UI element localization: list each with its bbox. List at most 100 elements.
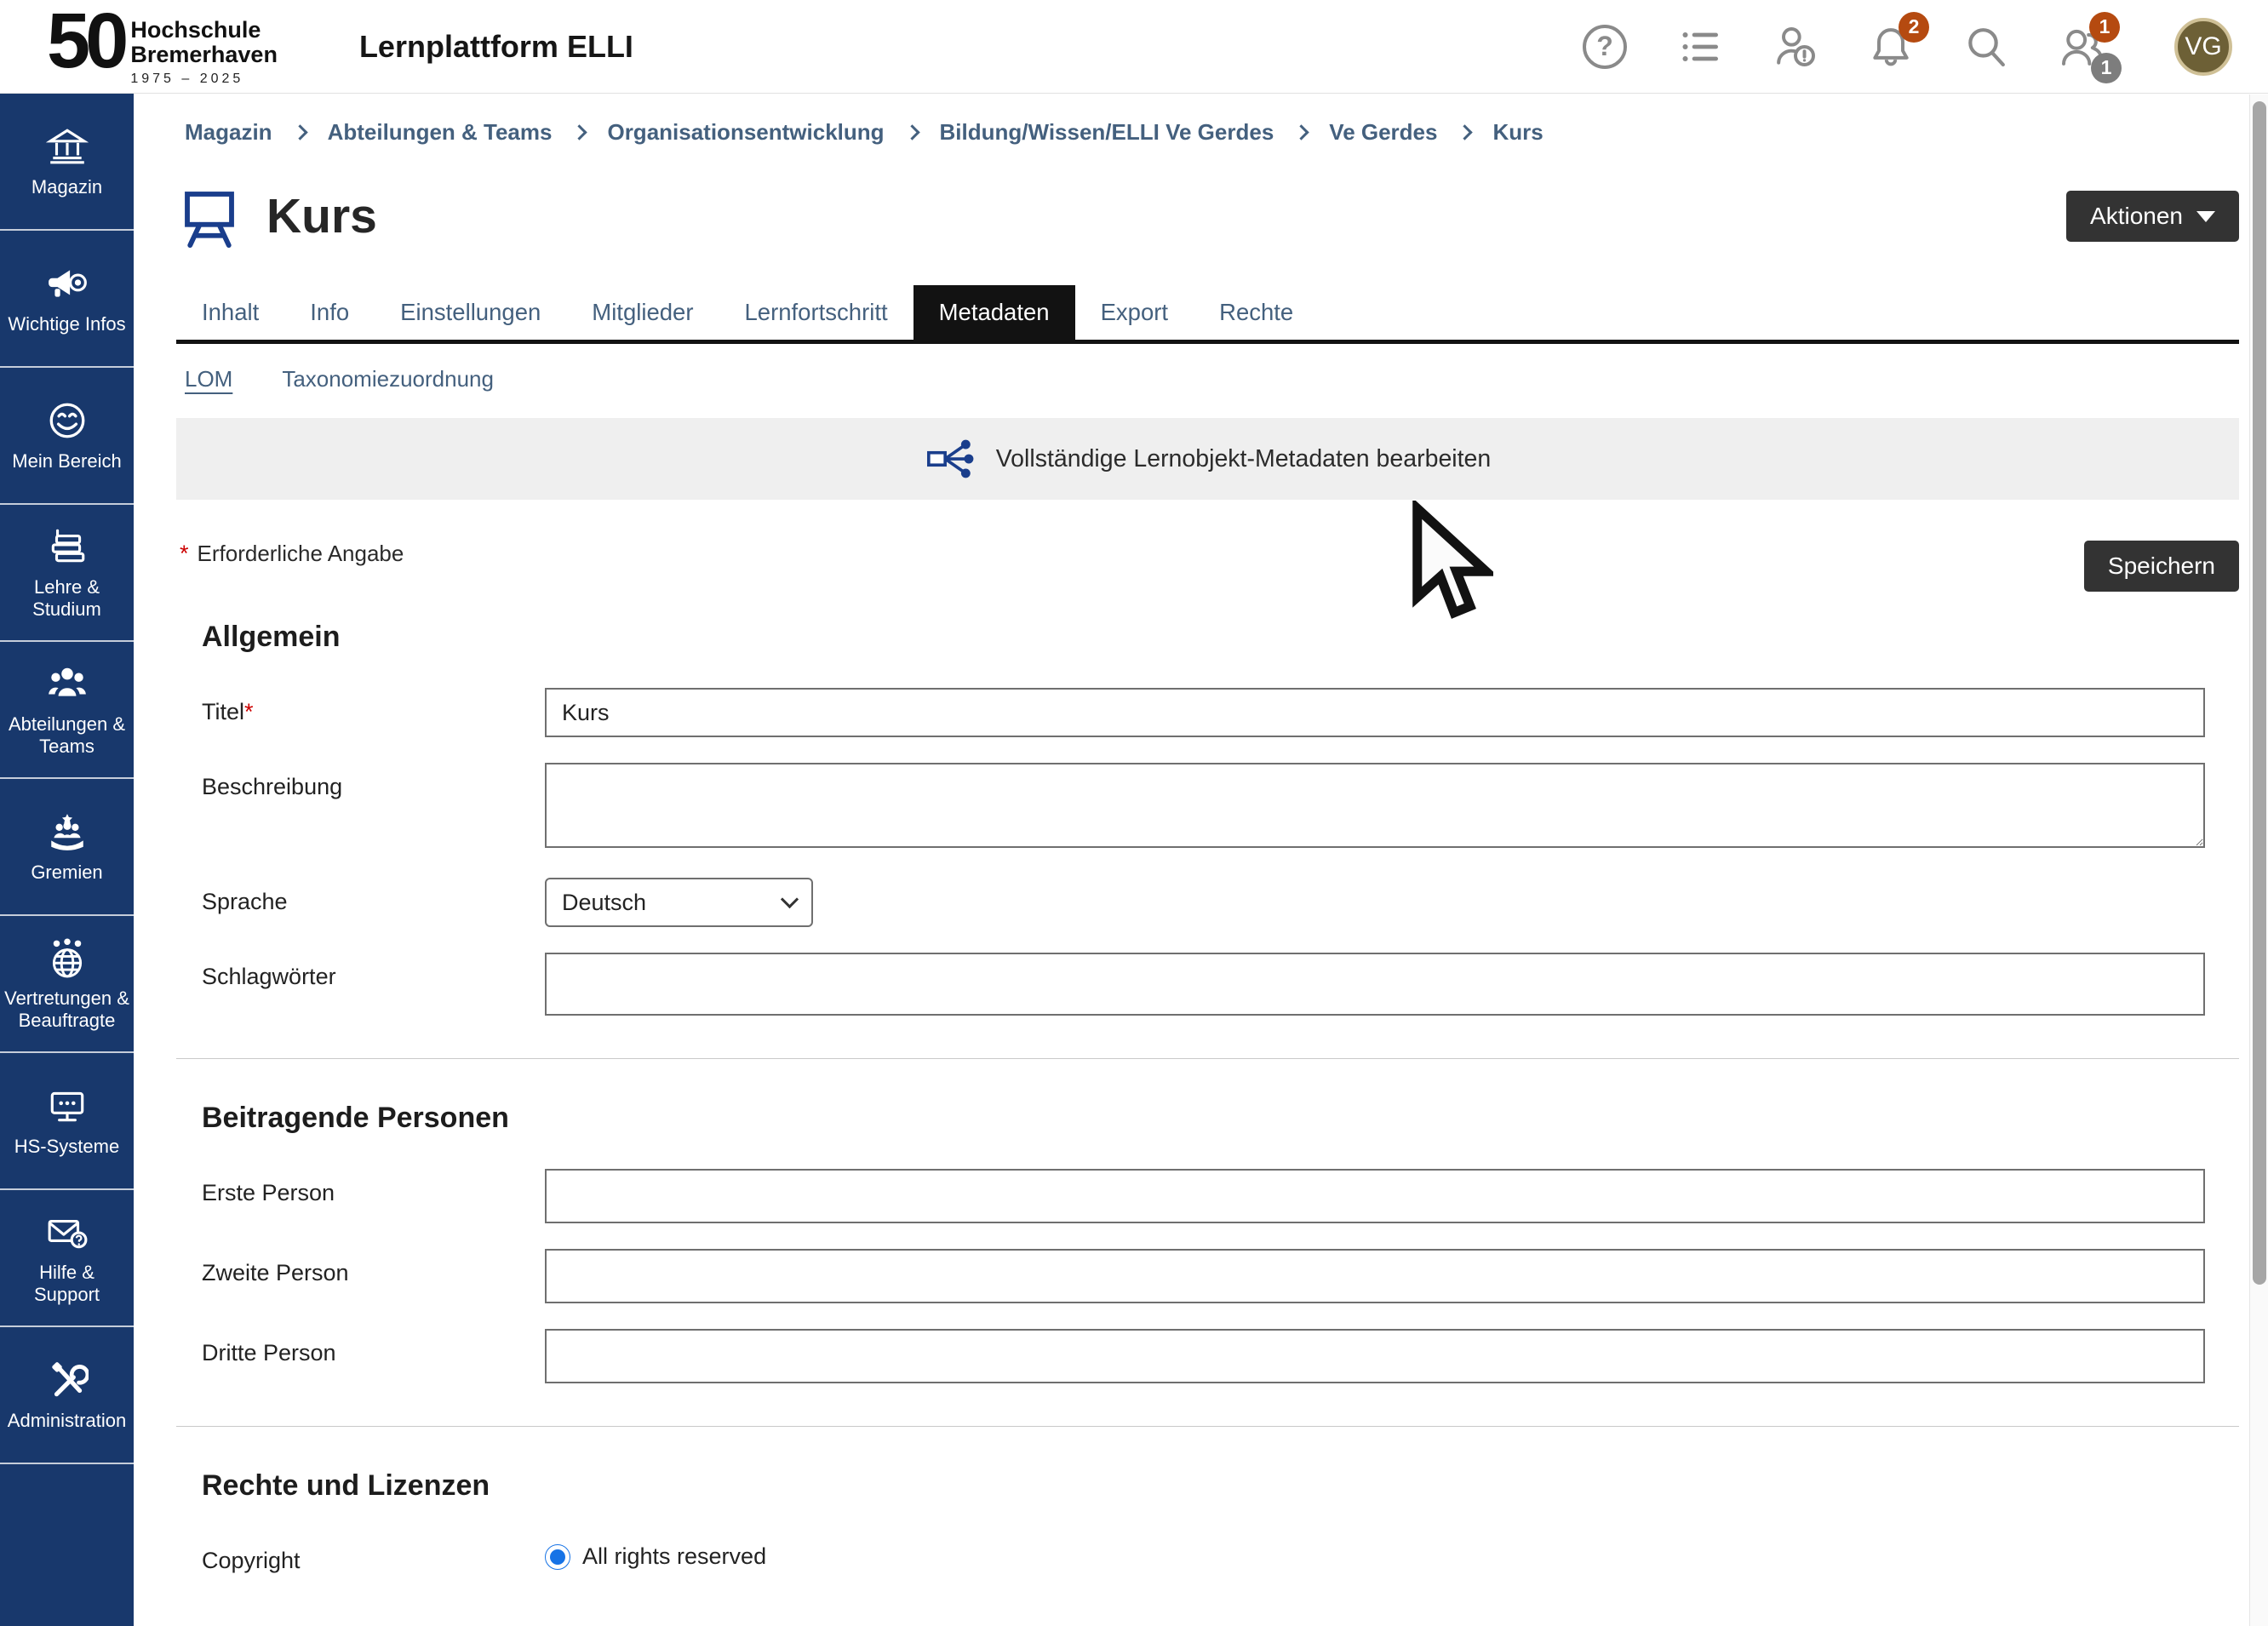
tab-mitglieder[interactable]: Mitglieder	[566, 285, 719, 340]
section-divider	[176, 1426, 2239, 1427]
beschreibung-label: Beschreibung	[202, 763, 545, 852]
sidebar-item-label: Mein Bereich	[12, 450, 121, 472]
tab-rechte[interactable]: Rechte	[1194, 285, 1319, 340]
form-row-dritte-person: Dritte Person	[202, 1329, 2239, 1383]
edit-full-metadata-banner[interactable]: Vollständige Lernobjekt-Metadaten bearbe…	[176, 418, 2239, 500]
help-glyph: ?	[1583, 25, 1627, 69]
subtab-taxonomiezuordnung[interactable]: Taxonomiezuordnung	[282, 366, 494, 392]
sidebar-item-magazin[interactable]: Magazin	[0, 94, 134, 231]
avatar[interactable]: VG	[2174, 18, 2232, 76]
sidebar-item-vertretungen-beauftragte[interactable]: Vertretungen & Beauftragte	[0, 916, 134, 1053]
breadcrumb-item[interactable]: Ve Gerdes	[1329, 119, 1437, 146]
chevron-right-icon	[1458, 124, 1473, 140]
metadata-nodes-icon	[925, 434, 974, 484]
caret-down-icon	[2196, 211, 2215, 222]
awareness-person-icon[interactable]	[1769, 20, 1822, 73]
monitor-icon	[46, 1085, 89, 1127]
sidebar-item-label: HS-Systeme	[14, 1136, 119, 1158]
erste-person-label: Erste Person	[202, 1169, 545, 1223]
books-icon	[46, 525, 89, 568]
notifications-bell-icon[interactable]: 2	[1864, 20, 1917, 73]
titel-input[interactable]	[545, 688, 2205, 737]
sidebar-item-administration[interactable]: Administration	[0, 1327, 134, 1464]
top-header: 50 Hochschule Bremerhaven 1975 – 2025 Le…	[0, 0, 2268, 94]
tab-lernfortschritt[interactable]: Lernfortschritt	[719, 285, 914, 340]
scrollbar-thumb[interactable]	[2253, 101, 2266, 1285]
dritte-person-input[interactable]	[545, 1329, 2205, 1383]
subtab-lom[interactable]: LOM	[185, 366, 232, 392]
sidebar-item-hilfe-support[interactable]: Hilfe & Support	[0, 1190, 134, 1327]
form-row-sprache: Sprache Deutsch	[202, 878, 2239, 927]
form-row-schlagwoerter: Schlagwörter	[202, 953, 2239, 1016]
sidebar-item-label: Magazin	[32, 176, 102, 198]
sprache-label: Sprache	[202, 878, 545, 927]
megaphone-icon	[46, 262, 89, 305]
aktionen-button[interactable]: Aktionen	[2066, 191, 2239, 242]
titel-label: Titel*	[202, 688, 545, 737]
sidebar-item-label: Administration	[8, 1410, 126, 1432]
form-row-copyright: Copyright All rights reserved	[202, 1537, 2239, 1574]
required-asterisk: *	[180, 541, 189, 566]
app-title: Lernplattform ELLI	[359, 29, 633, 65]
breadcrumb-item[interactable]: Organisationsentwicklung	[607, 119, 884, 146]
section-beitragende-personen: Beitragende Personen	[202, 1102, 2239, 1135]
speichern-button[interactable]: Speichern	[2084, 541, 2239, 592]
sprache-select[interactable]: Deutsch	[545, 878, 813, 927]
breadcrumb-item[interactable]: Bildung/Wissen/ELLI Ve Gerdes	[940, 119, 1274, 146]
logo-line1: Hochschule	[130, 18, 278, 42]
tab-info[interactable]: Info	[284, 285, 375, 340]
banner-label: Vollständige Lernobjekt-Metadaten bearbe…	[996, 445, 1492, 473]
mail-help-icon	[46, 1211, 89, 1253]
copyright-radio-label: All rights reserved	[582, 1543, 766, 1570]
sidebar-item-abteilungen-teams[interactable]: Abteilungen & Teams	[0, 642, 134, 779]
tab-inhalt[interactable]: Inhalt	[176, 285, 284, 340]
erste-person-input[interactable]	[545, 1169, 2205, 1223]
section-allgemein: Allgemein	[202, 621, 2239, 654]
sidebar-item-mein-bereich[interactable]: Mein Bereich	[0, 368, 134, 505]
breadcrumb-item[interactable]: Abteilungen & Teams	[328, 119, 553, 146]
breadcrumb-item[interactable]: Magazin	[185, 119, 272, 146]
tools-icon	[46, 1359, 89, 1401]
zweite-person-input[interactable]	[545, 1249, 2205, 1303]
tab-einstellungen[interactable]: Einstellungen	[375, 285, 566, 340]
chevron-right-icon	[1294, 124, 1309, 140]
dritte-person-label: Dritte Person	[202, 1329, 545, 1383]
help-icon[interactable]: ?	[1578, 20, 1631, 73]
todo-list-icon[interactable]	[1674, 20, 1727, 73]
main-sidebar: Magazin Wichtige Infos Mein Bereich Lehr…	[0, 94, 134, 1626]
chevron-right-icon	[572, 124, 587, 140]
sidebar-item-label: Hilfe & Support	[4, 1262, 129, 1306]
required-hint: *Erforderliche Angabe	[176, 541, 404, 567]
contacts-icon[interactable]: 1 1	[2055, 20, 2108, 73]
vertical-scrollbar[interactable]	[2249, 94, 2268, 1626]
schlagwoerter-label: Schlagwörter	[202, 953, 545, 1016]
sidebar-item-lehre-studium[interactable]: Lehre & Studium	[0, 505, 134, 642]
chevron-right-icon	[292, 124, 307, 140]
page-title: Kurs	[266, 188, 377, 244]
breadcrumb-item[interactable]: Kurs	[1492, 119, 1543, 146]
sidebar-item-gremien[interactable]: Gremien	[0, 779, 134, 916]
copyright-label: Copyright	[202, 1537, 545, 1574]
copyright-radio-all-rights-reserved[interactable]	[545, 1544, 570, 1570]
beschreibung-textarea[interactable]	[545, 763, 2205, 848]
aktionen-button-label: Aktionen	[2090, 203, 2183, 230]
people-icon	[46, 662, 89, 705]
form-row-erste-person: Erste Person	[202, 1169, 2239, 1223]
contacts-badge-total: 1	[2091, 53, 2122, 83]
tab-metadaten[interactable]: Metadaten	[914, 285, 1075, 340]
form-row-beschreibung: Beschreibung	[202, 763, 2239, 852]
tab-bar: Inhalt Info Einstellungen Mitglieder Ler…	[176, 285, 2239, 344]
tab-export[interactable]: Export	[1075, 285, 1194, 340]
chevron-right-icon	[904, 124, 919, 140]
university-logo[interactable]: 50 Hochschule Bremerhaven 1975 – 2025	[47, 6, 278, 86]
bank-icon	[46, 125, 89, 168]
smiley-icon	[46, 399, 89, 442]
search-icon[interactable]	[1960, 20, 2013, 73]
course-board-icon	[176, 183, 243, 249]
sidebar-item-hs-systeme[interactable]: HS-Systeme	[0, 1053, 134, 1190]
form-row-zweite-person: Zweite Person	[202, 1249, 2239, 1303]
zweite-person-label: Zweite Person	[202, 1249, 545, 1303]
sidebar-item-wichtige-infos[interactable]: Wichtige Infos	[0, 231, 134, 368]
schlagwoerter-input[interactable]	[545, 953, 2205, 1016]
breadcrumb: Magazin Abteilungen & Teams Organisation…	[176, 111, 2239, 164]
